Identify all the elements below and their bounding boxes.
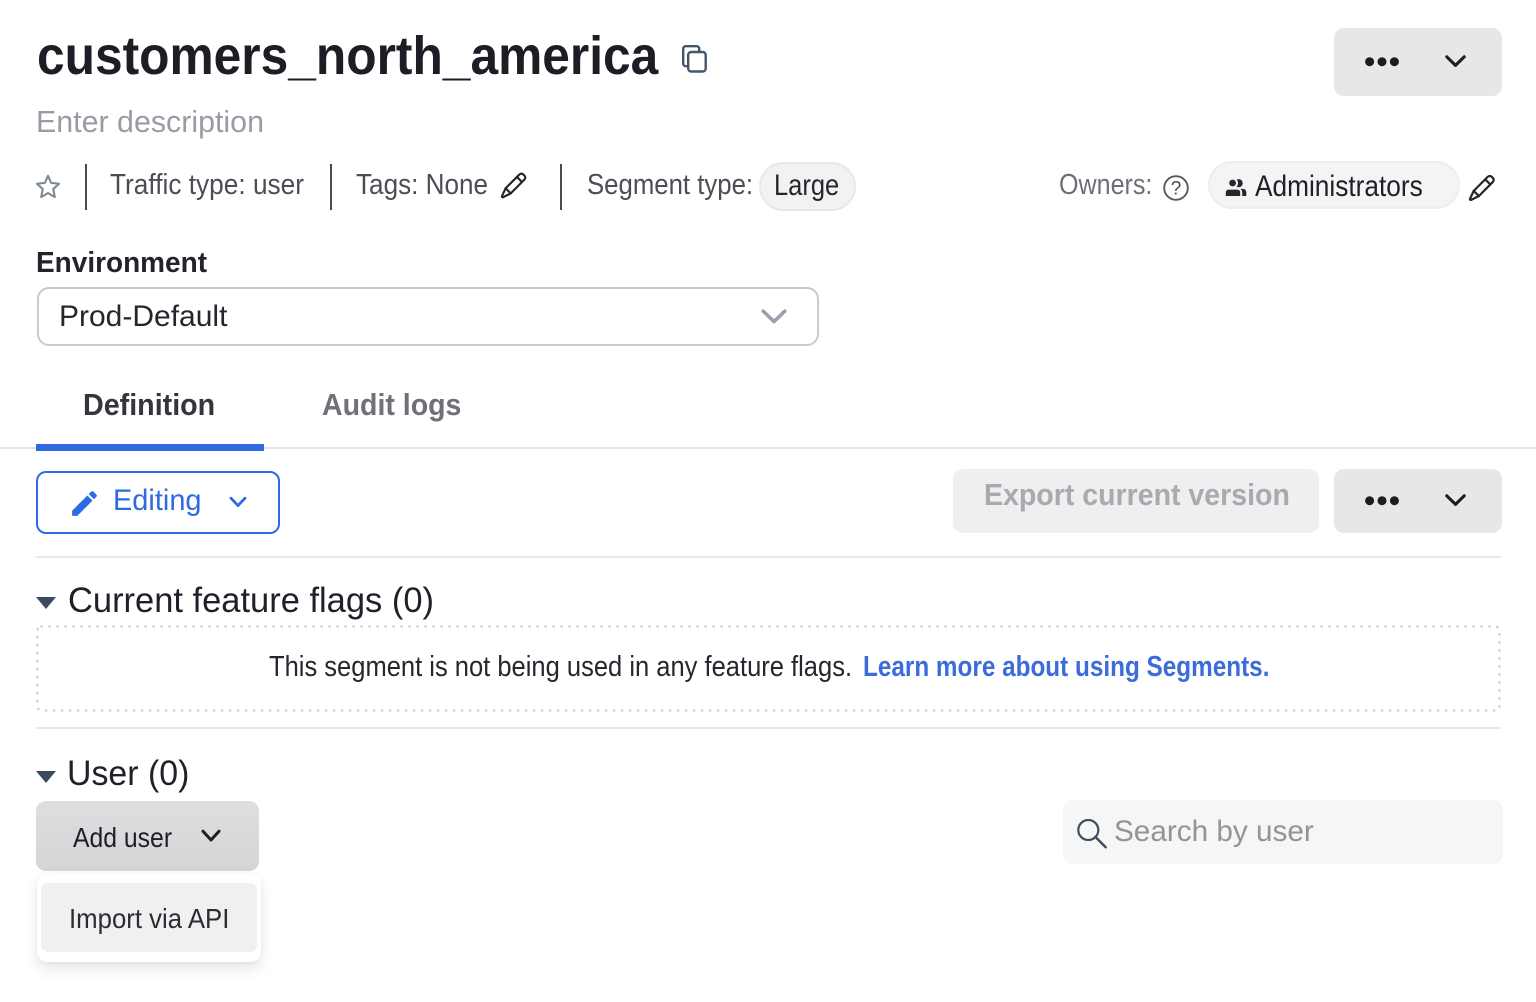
svg-text:?: ? (1171, 179, 1182, 200)
